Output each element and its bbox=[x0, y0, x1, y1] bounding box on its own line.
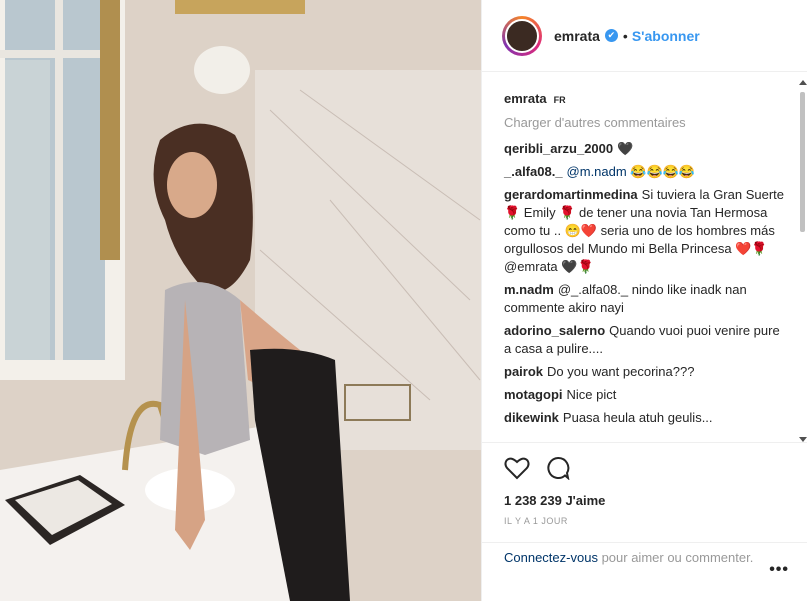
comment-item: gerardomartinmedina Si tuviera la Gran Su… bbox=[504, 186, 785, 276]
caption: emrata FR bbox=[504, 90, 785, 109]
verified-badge-icon: ✔ bbox=[604, 29, 618, 42]
comment-username[interactable]: m.nadm bbox=[504, 282, 554, 297]
login-link[interactable]: Connectez-vous bbox=[504, 550, 598, 565]
comment-icon[interactable] bbox=[546, 456, 570, 480]
comment-username[interactable]: qeribli_arzu_2000 bbox=[504, 141, 613, 156]
login-prompt-text: pour aimer ou commenter. bbox=[597, 550, 754, 565]
avatar-image bbox=[505, 18, 539, 53]
comment-username[interactable]: adorino_salerno bbox=[504, 323, 605, 338]
author-username[interactable]: emrata bbox=[554, 28, 600, 44]
comment-item: dikewink Puasa heula atuh geulis... bbox=[504, 409, 785, 427]
comment-item: _.alfa08._ @m.nadm 😂😂😂😂 bbox=[504, 163, 785, 181]
comment-username[interactable]: _.alfa08._ bbox=[504, 164, 563, 179]
comment-text: Do you want pecorina??? bbox=[547, 364, 695, 379]
login-prompt: Connectez-vous pour aimer ou commenter. bbox=[482, 542, 807, 573]
caption-language: FR bbox=[553, 95, 566, 105]
likes-count[interactable]: 1 238 239 J'aime bbox=[504, 493, 785, 508]
comment-item: adorino_salerno Quando vuoi puoi venire p… bbox=[504, 322, 785, 358]
post-photo bbox=[0, 0, 481, 601]
photo-illustration bbox=[0, 0, 481, 601]
follow-button[interactable]: S'abonner bbox=[632, 28, 700, 44]
comment-item: pairok Do you want pecorina??? bbox=[504, 363, 785, 381]
comment-username[interactable]: pairok bbox=[504, 364, 543, 379]
comment-text: Nice pict bbox=[566, 387, 617, 402]
comment-item: qeribli_arzu_2000 🖤 bbox=[504, 140, 785, 158]
caption-username[interactable]: emrata bbox=[504, 91, 547, 106]
comment-username[interactable]: motagopi bbox=[504, 387, 563, 402]
comment-item: motagopi Nice pict bbox=[504, 386, 785, 404]
comment-item: m.nadm @_.alfa08._ nindo like inadk nan c… bbox=[504, 281, 785, 317]
post-timestamp: IL Y A 1 JOUR bbox=[504, 516, 568, 526]
avatar[interactable] bbox=[502, 15, 542, 56]
scroll-up-icon[interactable] bbox=[799, 80, 807, 85]
comment-text: 🖤 bbox=[617, 141, 634, 156]
comment-text: @m.nadm 😂😂😂😂 bbox=[566, 164, 696, 179]
heart-icon[interactable] bbox=[504, 456, 530, 480]
more-options-icon[interactable]: ••• bbox=[769, 561, 789, 579]
separator-dot: • bbox=[622, 27, 628, 44]
post-actions: 1 238 239 J'aime IL Y A 1 JOUR bbox=[482, 442, 807, 542]
comment-username[interactable]: dikewink bbox=[504, 410, 559, 425]
load-more-comments-button[interactable]: Charger d'autres commentaires bbox=[504, 115, 785, 130]
scrollbar-thumb[interactable] bbox=[800, 92, 805, 232]
comments-scrollbar[interactable] bbox=[798, 80, 807, 442]
comment-text: Puasa heula atuh geulis... bbox=[562, 410, 713, 425]
post-sidebar: emrata ✔ • S'abonner emrata FR Charger d'… bbox=[481, 0, 807, 601]
comment-username[interactable]: gerardomartinmedina bbox=[504, 187, 638, 202]
post-header: emrata ✔ • S'abonner bbox=[482, 0, 807, 72]
comments-list[interactable]: emrata FR Charger d'autres commentaires q… bbox=[482, 72, 807, 442]
